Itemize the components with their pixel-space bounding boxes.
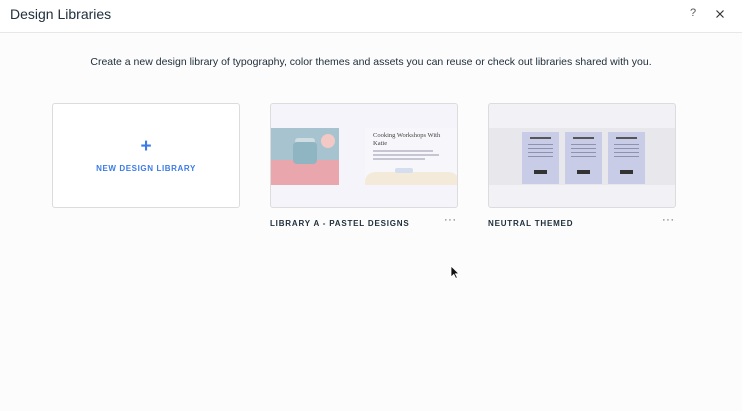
new-design-library-card[interactable]: + NEW DESIGN LIBRARY bbox=[52, 103, 240, 208]
plus-icon: + bbox=[140, 136, 152, 157]
library-name-pastel: LIBRARY A - PASTEL DESIGNS bbox=[270, 219, 410, 228]
preview-panel: Cooking Workshops With Katie bbox=[365, 128, 457, 185]
library-name-neutral: NEUTRAL THEMED bbox=[488, 219, 574, 228]
dialog-title: Design Libraries bbox=[10, 6, 112, 22]
new-design-library-label: NEW DESIGN LIBRARY bbox=[96, 164, 196, 173]
help-icon[interactable]: ? bbox=[690, 7, 696, 19]
more-options-icon[interactable]: ··· bbox=[662, 214, 675, 226]
dialog-header: Design Libraries ? bbox=[0, 0, 742, 33]
preview-image bbox=[271, 128, 339, 185]
dialog-subtitle: Create a new design library of typograph… bbox=[90, 56, 652, 68]
more-options-icon[interactable]: ··· bbox=[444, 214, 457, 226]
preview-heading: Cooking Workshops With Katie bbox=[373, 132, 441, 147]
library-card-neutral[interactable] bbox=[488, 103, 676, 208]
library-card-pastel[interactable]: Cooking Workshops With Katie bbox=[270, 103, 458, 208]
preview-column bbox=[608, 132, 645, 184]
preview-button bbox=[395, 168, 413, 173]
preview-column bbox=[522, 132, 559, 184]
preview-column bbox=[565, 132, 602, 184]
mouse-cursor-icon bbox=[450, 265, 460, 279]
close-icon[interactable] bbox=[713, 7, 727, 21]
